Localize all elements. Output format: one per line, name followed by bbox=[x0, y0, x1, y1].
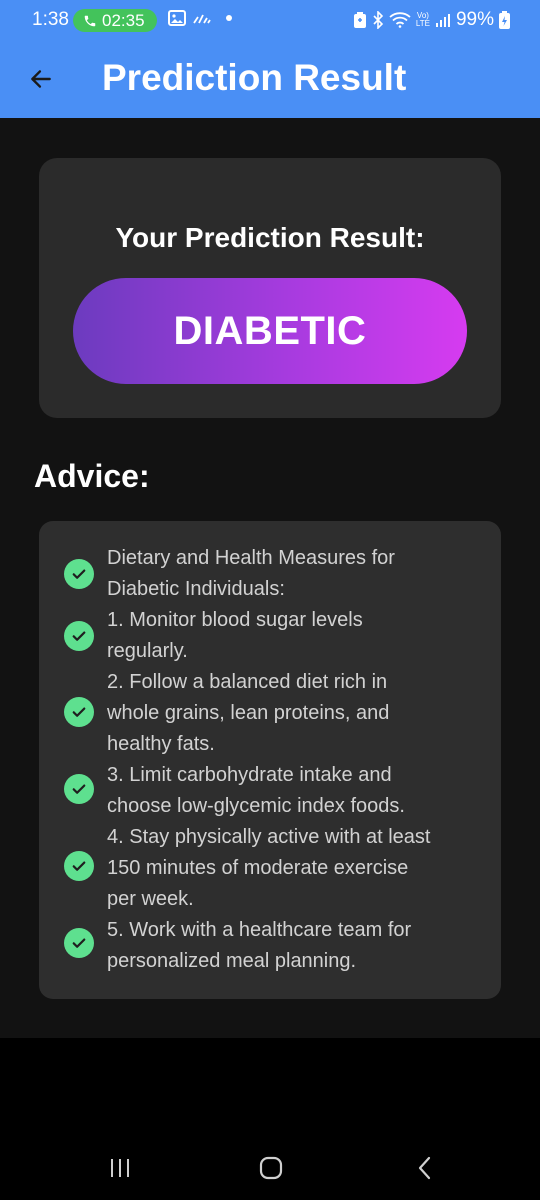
recents-icon bbox=[111, 1159, 129, 1177]
back-button[interactable] bbox=[25, 63, 57, 95]
advice-line: 5. Work with a healthcare team for bbox=[107, 919, 412, 941]
advice-line: Diabetic Individuals: bbox=[107, 578, 285, 600]
status-bar: 1:38 02:35 Vo) LTE 99% bbox=[0, 0, 540, 40]
back-icon bbox=[418, 1156, 431, 1180]
recents-button[interactable] bbox=[100, 1148, 140, 1188]
advice-line: 4. Stay physically active with at least bbox=[107, 826, 431, 848]
advice-line: per week. bbox=[107, 888, 194, 910]
home-button[interactable] bbox=[251, 1148, 291, 1188]
main-content: Your Prediction Result: DIABETIC Advice:… bbox=[0, 118, 540, 1038]
phone-icon bbox=[84, 15, 96, 26]
advice-title: Advice: bbox=[34, 458, 150, 494]
check-circle-icon bbox=[64, 621, 94, 651]
advice-line: choose low-glycemic index foods. bbox=[107, 795, 405, 817]
check-circle-icon bbox=[64, 851, 94, 881]
battery-charging-icon bbox=[499, 11, 510, 29]
check-circle-icon bbox=[64, 697, 94, 727]
battery-saver-icon bbox=[353, 12, 366, 28]
advice-line: 2. Follow a balanced diet rich in bbox=[107, 671, 388, 693]
advice-line: 3. Limit carbohydrate intake and bbox=[107, 764, 392, 786]
ongoing-call-pill[interactable]: 02:35 bbox=[73, 9, 157, 32]
prediction-card: Your Prediction Result: DIABETIC bbox=[39, 158, 501, 418]
data-activity-icon bbox=[193, 14, 211, 24]
advice-text: Dietary and Health Measures for Diabetic… bbox=[107, 543, 487, 977]
advice-line: Dietary and Health Measures for bbox=[107, 547, 395, 569]
system-navigation-bar bbox=[0, 1038, 540, 1200]
prediction-result-badge: DIABETIC bbox=[73, 278, 467, 384]
nav-back-button[interactable] bbox=[404, 1148, 444, 1188]
advice-line: healthy fats. bbox=[107, 733, 215, 755]
advice-line: 150 minutes of moderate exercise bbox=[107, 857, 409, 879]
advice-card: Dietary and Health Measures for Diabetic… bbox=[39, 521, 501, 999]
signal-icon bbox=[435, 14, 450, 27]
status-time: 1:38 bbox=[32, 9, 69, 30]
gallery-icon bbox=[168, 10, 186, 26]
battery-percent: 99% bbox=[455, 9, 494, 30]
advice-line: 1. Monitor blood sugar levels bbox=[107, 609, 363, 631]
prediction-result-value: DIABETIC bbox=[173, 308, 367, 353]
page-title: Prediction Result bbox=[102, 57, 407, 98]
prediction-heading: Your Prediction Result: bbox=[115, 222, 425, 253]
home-icon bbox=[259, 1156, 283, 1180]
call-timer: 02:35 bbox=[102, 10, 145, 30]
advice-line: regularly. bbox=[107, 640, 188, 662]
wifi-icon bbox=[389, 12, 411, 28]
advice-line: whole grains, lean proteins, and bbox=[107, 702, 390, 724]
check-circle-icon bbox=[64, 559, 94, 589]
advice-line: personalized meal planning. bbox=[107, 950, 357, 972]
volte-indicator: Vo) LTE bbox=[415, 11, 430, 28]
notification-dot-icon bbox=[226, 15, 232, 21]
check-circle-icon bbox=[64, 774, 94, 804]
bluetooth-icon bbox=[373, 11, 384, 29]
check-circle-icon bbox=[64, 928, 94, 958]
app-bar: 1:38 02:35 Vo) LTE 99% Prediction Result bbox=[0, 0, 540, 118]
arrow-back-icon bbox=[31, 70, 51, 88]
